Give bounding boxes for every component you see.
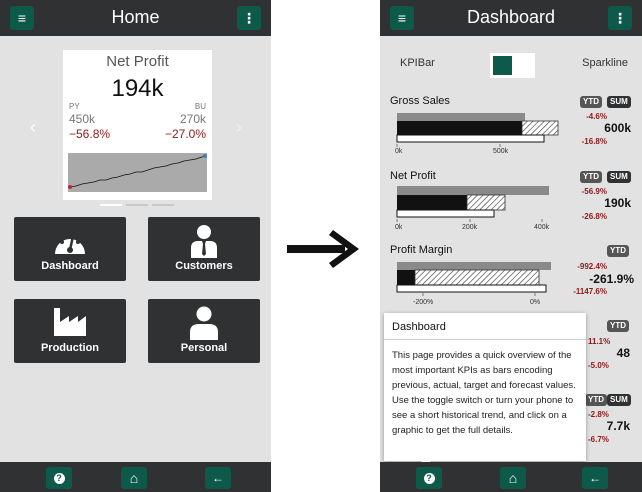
tile-label: Customers	[175, 260, 233, 272]
back-button[interactable]: ←	[582, 467, 608, 489]
dashboard-tile[interactable]: Dashboard	[14, 217, 126, 281]
kpi-percent-2: -5.0%	[588, 361, 609, 370]
popup-title: Dashboard	[392, 321, 446, 333]
carousel-indicator	[100, 204, 180, 206]
carousel-prev-icon[interactable]: ‹	[30, 117, 36, 138]
home-bottom-bar: ? ⌂ ←	[0, 462, 271, 492]
profit-margin-bar[interactable]	[390, 260, 560, 300]
back-arrow-icon: ←	[212, 471, 224, 485]
help-button[interactable]: ?	[46, 467, 72, 489]
transition-arrow-icon	[287, 230, 359, 268]
kpi-percent-2: -16.8%	[581, 137, 607, 146]
axis-tick-label: 0k	[395, 148, 403, 155]
bu-label: BU	[194, 102, 206, 111]
gross-sales-bar[interactable]	[390, 111, 560, 151]
kpi-percent-2: -6.7%	[588, 435, 609, 444]
ytd-badge[interactable]: YTD	[607, 245, 629, 257]
net-profit-card[interactable]: Net Profit 194k PY BU 450k 270k −56.8% −…	[63, 50, 212, 200]
net-profit-bar[interactable]	[390, 186, 560, 226]
kpi-name: Profit Margin	[390, 244, 453, 256]
axis-tick-label: 200k	[462, 224, 478, 231]
more-vertical-icon: ⋮	[613, 9, 627, 26]
dashboard-top-bar: ≡ Dashboard ⋮	[380, 0, 642, 36]
py-percent: −56.8%	[69, 127, 111, 141]
ytd-badge[interactable]: YTD	[580, 96, 602, 108]
kpi-value: 190k	[604, 196, 631, 210]
bu-value: 270k	[179, 112, 206, 126]
home-screen: ≡ Home ⋮ ‹ › Net Profit 194k PY BU 450k …	[0, 0, 271, 492]
sum-badge[interactable]: SUM	[607, 394, 631, 406]
home-top-bar: ≡ Home ⋮	[0, 0, 271, 36]
tile-label: Personal	[180, 342, 228, 354]
axis-tick-label: 0k	[395, 224, 403, 231]
sparkline-label: Sparkline	[582, 57, 628, 69]
card-value: 194k	[111, 75, 164, 102]
more-vertical-icon: ⋮	[242, 9, 256, 26]
carousel-dot[interactable]	[126, 204, 148, 206]
py-value: 450k	[69, 112, 96, 126]
help-icon: ?	[53, 472, 65, 484]
dashboard-more-button[interactable]: ⋮	[608, 6, 632, 30]
view-toggle-switch[interactable]	[490, 53, 535, 78]
home-button[interactable]: ⌂	[500, 467, 526, 489]
sum-badge[interactable]: SUM	[607, 171, 631, 183]
customers-tile[interactable]: Customers	[148, 217, 260, 281]
dashboard-bottom-bar: ? ⌂ ←	[380, 462, 642, 492]
production-tile[interactable]: Production	[14, 299, 126, 363]
dashboard-title: Dashboard	[466, 7, 556, 27]
help-popup: Dashboard This page provides a quick ove…	[384, 313, 586, 461]
sum-badge[interactable]: SUM	[607, 96, 631, 108]
home-title: Home	[111, 7, 160, 27]
py-label: PY	[69, 102, 80, 111]
kpi-value: 48	[616, 346, 630, 360]
net-profit-sparkline	[68, 153, 207, 192]
bu-percent: −27.0%	[164, 127, 206, 141]
kpi-percent-1: -2.8%	[588, 410, 609, 419]
popup-divider	[384, 339, 586, 340]
tile-label: Production	[40, 342, 100, 354]
axis-tick-label: 400k	[534, 224, 550, 231]
axis-tick-label: -200%	[413, 299, 434, 306]
home-icon: ⌂	[129, 470, 139, 486]
back-button[interactable]: ←	[205, 467, 231, 489]
kpi-name: Net Profit	[390, 170, 436, 182]
kpibar-label: KPIBar	[400, 57, 435, 69]
user-icon	[190, 306, 218, 340]
carousel-next-icon[interactable]: ›	[236, 117, 242, 138]
help-icon: ?	[423, 472, 435, 484]
carousel-dot[interactable]	[152, 204, 174, 206]
home-more-button[interactable]: ⋮	[237, 6, 261, 30]
businessman-icon	[191, 225, 217, 258]
kpi-name: Gross Sales	[390, 95, 450, 107]
kpi-value: 600k	[604, 121, 631, 135]
tile-label: Dashboard	[41, 260, 99, 272]
home-button[interactable]: ⌂	[121, 467, 147, 489]
axis-tick-label: 500k	[493, 148, 509, 155]
axis-tick-label: 0%	[530, 299, 541, 306]
gauge-icon	[55, 232, 85, 254]
popup-body: This page provides a quick overview of t…	[392, 350, 576, 436]
kpi-percent-1: -56.9%	[581, 187, 607, 196]
kpi-value: 7.7k	[606, 419, 630, 433]
home-icon: ⌂	[508, 470, 518, 486]
kpi-percent-1: -992.4%	[577, 262, 607, 271]
back-arrow-icon: ←	[589, 471, 601, 485]
ytd-badge[interactable]: YTD	[607, 320, 629, 332]
kpi-percent-1: -4.6%	[586, 112, 607, 121]
personal-tile[interactable]: Personal	[148, 299, 260, 363]
toggle-knob	[493, 56, 512, 75]
kpi-percent-1: 11.1%	[588, 337, 611, 346]
dashboard-screen: ≡ Dashboard ⋮ KPIBar Sparkline Gross Sal…	[380, 0, 642, 492]
ytd-badge[interactable]: YTD	[580, 171, 602, 183]
carousel-dot[interactable]	[100, 204, 122, 206]
factory-icon	[54, 308, 86, 336]
help-button[interactable]: ?	[416, 467, 442, 489]
card-title: Net Profit	[106, 53, 169, 70]
ytd-badge[interactable]: YTD	[585, 394, 607, 406]
kpi-percent-2: -1147.6%	[573, 287, 607, 296]
kpi-value: -261.9%	[589, 272, 634, 286]
kpi-percent-2: -26.8%	[581, 212, 607, 221]
